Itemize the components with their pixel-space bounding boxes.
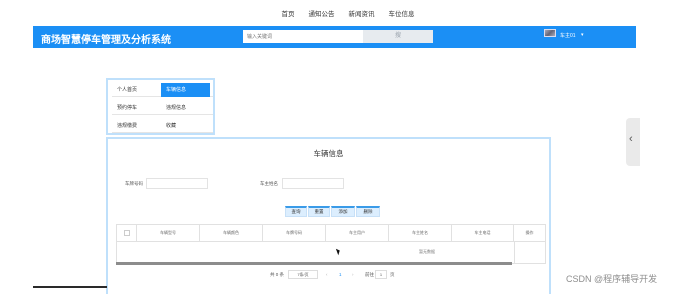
menu-row: 预约停车 违规信息 <box>112 101 213 115</box>
search-button[interactable]: 搜 <box>363 30 433 43</box>
column-plate-number: 车牌号码 <box>263 225 326 241</box>
goto-page-input[interactable]: 1 <box>375 270 387 279</box>
add-button[interactable]: 添加 <box>331 206 355 217</box>
site-title: 商场智慧停车管理及分析系统 <box>41 35 171 46</box>
menu-item-profile[interactable]: 个人首页 <box>112 83 137 97</box>
column-owner-name: 车主姓名 <box>389 225 452 241</box>
column-owner-user: 车主用户 <box>326 225 389 241</box>
search-input[interactable] <box>243 30 363 43</box>
table-header: 车辆型号 车辆颜色 车牌号码 车主用户 车主姓名 车主电话 操作 <box>116 224 546 242</box>
column-vehicle-color: 车辆颜色 <box>200 225 263 241</box>
user-name[interactable]: 车主01 <box>560 32 576 39</box>
nav-announcements[interactable]: 通知公告 <box>309 8 335 18</box>
vehicle-info-panel: 车辆信息 车牌号码 车主姓名 查询 重置 添加 删除 车辆型号 车辆颜色 车牌号… <box>106 137 551 294</box>
avatar[interactable] <box>544 29 556 37</box>
select-all-checkbox[interactable] <box>124 230 130 236</box>
menu-row: 违规缴费 收藏 <box>112 119 213 133</box>
user-side-menu: 个人首页 车辆信息 预约停车 违规信息 违规缴费 收藏 <box>106 78 215 135</box>
page: 首页 通知公告 新闻资讯 车位信息 商场智慧停车管理及分析系统 搜 车主01 ▾… <box>0 0 696 294</box>
nav-news[interactable]: 新闻资讯 <box>349 8 375 18</box>
top-navigation: 首页 通知公告 新闻资讯 车位信息 <box>0 0 696 26</box>
pager-page-unit: 页 <box>390 272 395 277</box>
menu-row: 个人首页 车辆信息 <box>112 83 213 97</box>
column-owner-phone: 车主电话 <box>452 225 514 241</box>
pager-goto-label: 前往 <box>365 272 374 277</box>
page-size-select[interactable]: 7条/页 <box>288 270 318 279</box>
chevron-down-icon[interactable]: ▾ <box>581 32 584 38</box>
reset-button[interactable]: 重置 <box>308 206 330 217</box>
chevron-left-icon[interactable]: ‹ <box>629 133 633 145</box>
query-button[interactable]: 查询 <box>285 206 307 217</box>
owner-name-label: 车主姓名 <box>260 181 278 186</box>
nav-parking-info[interactable]: 车位信息 <box>389 8 415 18</box>
menu-item-favorites[interactable]: 收藏 <box>161 119 176 133</box>
nav-home[interactable]: 首页 <box>282 8 295 18</box>
pager-prev[interactable]: ‹ <box>326 272 328 277</box>
plate-label: 车牌号码 <box>125 181 143 186</box>
header-banner: 商场智慧停车管理及分析系统 搜 车主01 ▾ <box>33 26 636 48</box>
panel-title: 车辆信息 <box>313 149 344 158</box>
empty-text: 暂无数据 <box>419 249 435 254</box>
horizontal-scrollbar[interactable] <box>116 262 512 265</box>
pager-total: 共 0 条 <box>270 272 285 277</box>
watermark: CSDN @程序辅导开发 <box>566 274 658 284</box>
pager-current[interactable]: 1 <box>339 272 342 277</box>
footer-divider <box>33 286 107 288</box>
pager-next[interactable]: › <box>352 272 354 277</box>
side-collapse-tab[interactable]: ‹ <box>626 118 640 166</box>
select-all-cell <box>117 225 137 241</box>
column-actions: 操作 <box>525 230 534 235</box>
menu-item-reservation[interactable]: 预约停车 <box>112 101 137 115</box>
column-vehicle-model: 车辆型号 <box>137 225 200 241</box>
owner-name-input[interactable] <box>282 178 344 189</box>
table-body: 暂无数据 <box>116 242 546 264</box>
column-divider <box>514 242 515 263</box>
menu-item-fine-payment[interactable]: 违规缴费 <box>112 119 137 133</box>
menu-item-vehicle-info[interactable]: 车辆信息 <box>161 83 210 97</box>
menu-item-violations[interactable]: 违规信息 <box>161 101 186 115</box>
plate-input[interactable] <box>146 178 208 189</box>
delete-button[interactable]: 删除 <box>356 206 380 217</box>
